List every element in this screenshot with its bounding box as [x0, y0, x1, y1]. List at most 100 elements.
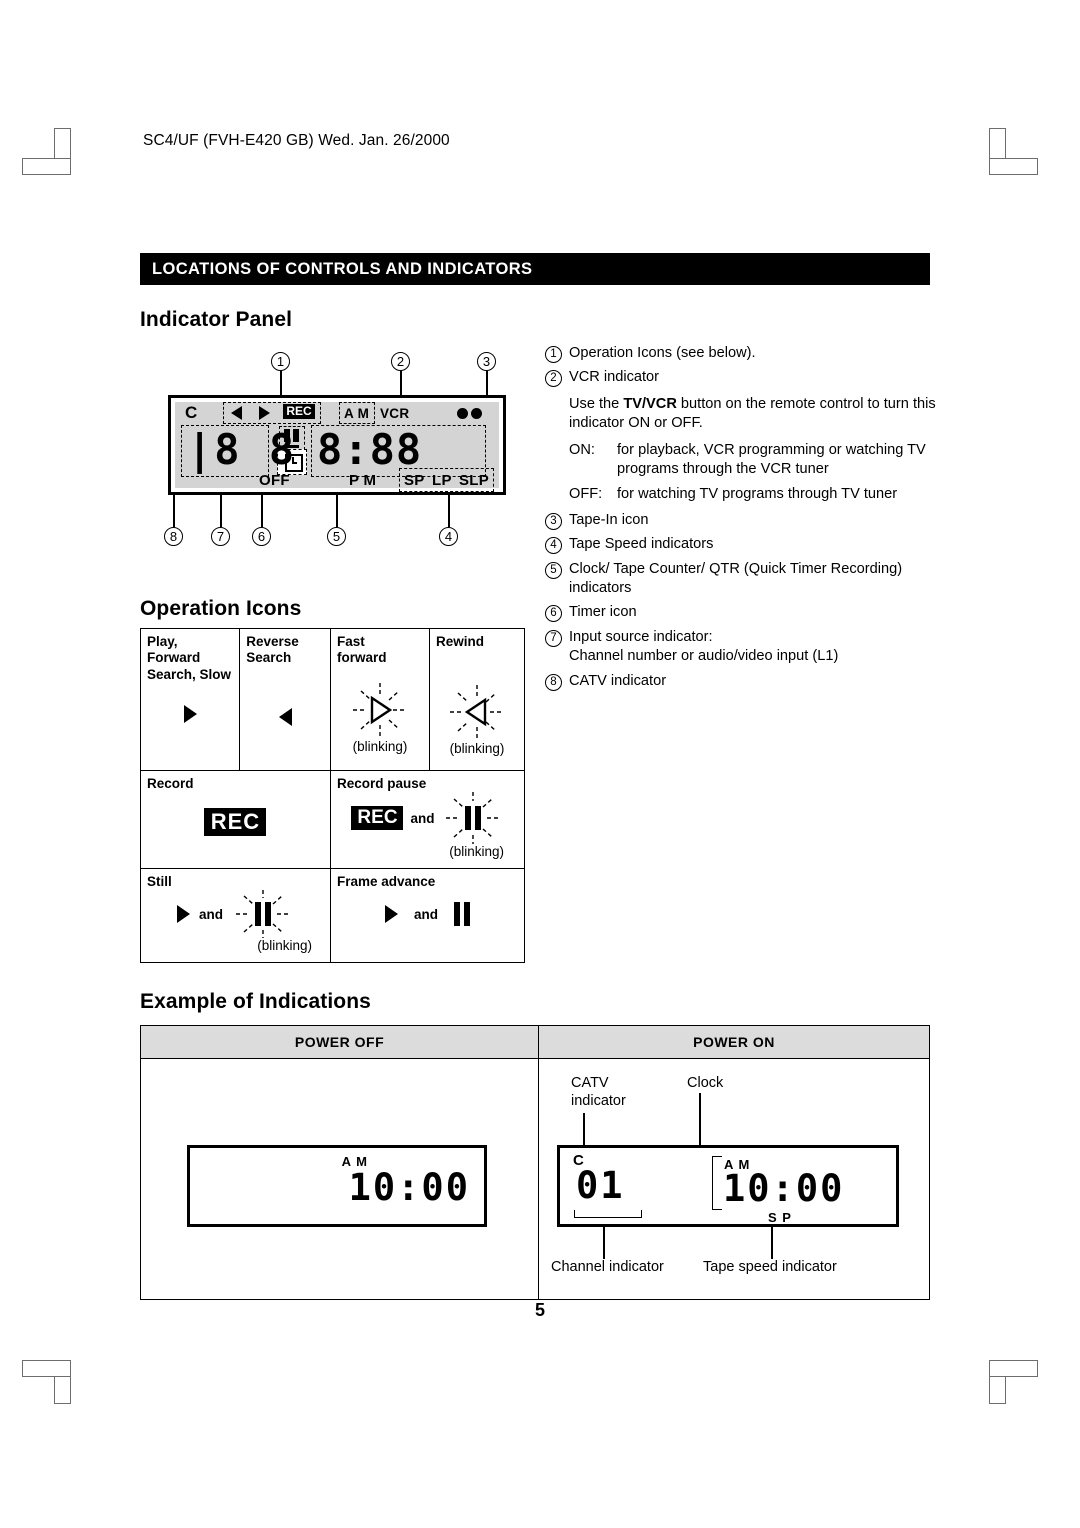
reverse-search-icon — [278, 707, 292, 726]
callout-2: 2 — [391, 352, 410, 371]
vcr-off-value: for watching TV programs through TV tune… — [617, 486, 898, 503]
clock-caption: Clock — [687, 1075, 724, 1091]
legend-item-2: 2 VCR indicator — [545, 368, 940, 388]
legend-text-4: Tape Speed indicators — [569, 536, 714, 553]
cell-fast-forward-art — [331, 681, 429, 739]
document-page: SC4/UF (FVH-E420 GB) Wed. Jan. 26/2000 L… — [0, 0, 1080, 1528]
legend-text-2: VCR indicator — [569, 369, 660, 386]
legend-text-7: Input source indicator: Channel number o… — [569, 628, 940, 667]
cell-frame-advance-label: Frame advance — [336, 874, 436, 889]
vcr-on-description: ON: for playback, VCR programming or wat… — [569, 441, 940, 480]
tape-in-icon — [457, 408, 482, 419]
slp-indicator: SLP — [459, 472, 490, 489]
input-source-digits: |8 8 — [187, 425, 297, 474]
legend-item-3: 3 Tape-In icon — [545, 511, 940, 530]
pause-blinking-icon — [236, 890, 290, 939]
callout-1: 1 — [271, 352, 290, 371]
section-title-text: LOCATIONS OF CONTROLS AND INDICATORS — [152, 259, 533, 278]
indicator-panel-diagram: 1 2 3 C REC |8 8 A M VCR 8:88 OFF P M SP… — [155, 352, 525, 572]
crop-mark-top-left — [22, 128, 78, 180]
cell-fast-forward-note: (blinking) — [352, 738, 408, 754]
callout-4: 4 — [439, 527, 458, 546]
legend-num-2: 2 — [545, 370, 562, 388]
legend-num-3: 3 — [545, 512, 562, 530]
section-title-bar: LOCATIONS OF CONTROLS AND INDICATORS — [140, 253, 930, 285]
pause-blinking-icon — [445, 792, 500, 845]
vcr-usage-pre: Use the — [569, 395, 624, 412]
legend-text-3: Tape-In icon — [569, 511, 649, 528]
callout-5: 5 — [327, 527, 346, 546]
cell-still-art: and — [141, 890, 330, 939]
legend-num-4: 4 — [545, 537, 562, 555]
callout-5-line — [336, 495, 338, 527]
power-on-time: 10:00 — [723, 1167, 845, 1210]
play-icon — [183, 705, 197, 724]
callout-6-line — [261, 495, 263, 527]
power-off-time: 10:00 — [348, 1166, 470, 1209]
table-row: A M 10:00 CATV indicator Clock C 01 A M … — [140, 1058, 930, 1300]
catv-indicator-caption-line2: indicator — [571, 1093, 626, 1109]
callout-1-line — [280, 371, 282, 397]
callout-4-line — [448, 495, 450, 527]
document-header-line: SC4/UF (FVH-E420 GB) Wed. Jan. 26/2000 — [143, 132, 450, 149]
sp-indicator: SP — [404, 472, 425, 489]
legend-text-5: Clock/ Tape Counter/ QTR (Quick Timer Re… — [569, 560, 903, 597]
cell-record: Record REC — [140, 770, 331, 869]
cell-rewind-label: Rewind — [435, 634, 484, 649]
play-icon — [259, 406, 270, 420]
legend-text-7-line2: Channel number or audio/video input (L1) — [569, 648, 839, 665]
cell-fast-forward-label: Fast forward — [336, 634, 387, 666]
cell-frame-advance: Frame advance and — [329, 868, 526, 963]
legend-item-6: 6 Timer icon — [545, 603, 940, 623]
fast-forward-blinking-icon — [352, 682, 407, 737]
vcr-indicator: VCR — [380, 406, 410, 421]
lcd-display-frame: C REC |8 8 A M VCR 8:88 OFF P M SP LP SL… — [168, 395, 506, 495]
cell-power-off: A M 10:00 — [140, 1058, 539, 1300]
callout-3: 3 — [477, 352, 496, 371]
catv-caption-leader — [583, 1113, 585, 1145]
cell-reverse-search-label: Reverse Search — [246, 634, 299, 666]
power-on-speed-label: S P — [768, 1210, 792, 1225]
rec-badge-icon: REC — [351, 806, 404, 831]
tape-speed-indicator-caption: Tape speed indicator — [703, 1259, 837, 1275]
legend-text-7-line1: Input source indicator: — [569, 628, 713, 645]
crop-mark-bottom-right — [980, 1348, 1038, 1404]
cell-record-art: REC — [141, 792, 330, 852]
cell-fast-forward: Fast forward (blinking) — [329, 628, 430, 771]
vcr-off-description: OFF: for watching TV programs through TV… — [569, 485, 940, 504]
cell-record-pause-label: Record pause — [336, 776, 427, 791]
callout-2-line — [400, 371, 402, 397]
legend-num-8: 8 — [545, 673, 562, 691]
table-row: Record REC Record pause REC and (blinkin… — [140, 770, 526, 869]
power-on-lcd: C 01 A M 10:00 S P — [557, 1145, 899, 1227]
reverse-search-icon — [231, 406, 242, 420]
rec-badge-icon: REC — [204, 808, 267, 837]
heading-example-of-indications: Example of Indications — [140, 990, 371, 1013]
heading-operation-icons: Operation Icons — [140, 597, 302, 620]
callout-7: 7 — [211, 527, 230, 546]
speed-caption-leader — [771, 1227, 773, 1259]
indicator-legend-list: 1 Operation Icons (see below). 2 VCR ind… — [545, 344, 940, 696]
tv-vcr-button-name: TV/VCR — [623, 395, 677, 412]
power-on-channel: 01 — [576, 1164, 625, 1207]
callout-8: 8 — [164, 527, 183, 546]
cell-still-note: (blinking) — [257, 938, 312, 954]
cell-play-art — [141, 683, 239, 745]
cell-record-label: Record — [147, 776, 194, 791]
cell-record-pause-art: REC and — [331, 792, 524, 845]
lp-indicator: LP — [432, 472, 452, 489]
channel-indicator-caption: Channel indicator — [551, 1259, 664, 1275]
legend-item-5: 5 Clock/ Tape Counter/ QTR (Quick Timer … — [545, 560, 940, 599]
clock-caption-leader — [699, 1093, 701, 1145]
legend-text-8: CATV indicator — [569, 672, 667, 689]
callout-7-line — [220, 495, 222, 527]
catv-indicator-caption-line1: CATV — [571, 1075, 609, 1091]
page-number: 5 — [534, 1300, 545, 1320]
vcr-usage-paragraph: Use the TV/VCR button on the remote cont… — [569, 395, 940, 434]
cell-rewind-art — [430, 683, 524, 741]
legend-num-6: 6 — [545, 605, 562, 623]
header-power-on: POWER ON — [538, 1025, 930, 1059]
table-row: Play, Forward Search, Slow Reverse Searc… — [139, 628, 526, 771]
and-text: and — [410, 810, 435, 826]
legend-num-1: 1 — [545, 346, 562, 363]
